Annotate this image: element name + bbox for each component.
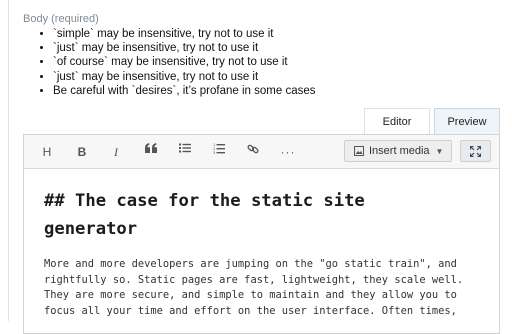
warning-item: Be careful with `desires`, it’s profane … (53, 84, 315, 98)
italic-icon[interactable]: I (107, 143, 125, 161)
svg-text:3: 3 (213, 151, 215, 154)
field-label: Body (required) (23, 13, 99, 25)
markdown-heading: ## The case for the static site generato… (44, 191, 365, 239)
more-icon[interactable]: ··· (279, 143, 297, 161)
heading-icon[interactable]: H (38, 143, 56, 161)
warning-item: `simple` may be insensitive, try not to … (53, 27, 315, 41)
markdown-paragraph: More and more developers are jumping on … (44, 258, 464, 317)
insert-media-button[interactable]: Insert media ▼ (344, 140, 452, 162)
editor-tabs: Editor Preview (364, 108, 500, 135)
left-divider (8, 0, 9, 321)
warning-list: `simple` may be insensitive, try not to … (35, 27, 315, 98)
chevron-down-icon: ▼ (435, 146, 444, 156)
link-icon[interactable] (244, 143, 262, 161)
insert-media-label: Insert media (369, 145, 430, 157)
editor-content[interactable]: ## The case for the static site generato… (44, 169, 489, 319)
bullet-list-icon[interactable] (176, 143, 194, 161)
tab-preview[interactable]: Preview (434, 108, 500, 135)
quote-icon[interactable] (142, 143, 160, 161)
markdown-editor: H B I 1 2 3 ··· Insert media ▼ ## The ca… (23, 134, 500, 334)
tab-editor[interactable]: Editor (364, 108, 430, 135)
image-icon (354, 146, 364, 156)
bold-icon[interactable]: B (73, 143, 91, 161)
fullscreen-button[interactable] (460, 140, 491, 162)
editor-toolbar: H B I 1 2 3 ··· Insert media ▼ (24, 135, 499, 169)
warning-item: `just` may be insensitive, try not to us… (53, 41, 315, 55)
warning-item: `of course` may be insensitive, try not … (53, 55, 315, 69)
fullscreen-icon (470, 145, 481, 157)
warning-item: `just` may be insensitive, try not to us… (53, 70, 315, 84)
numbered-list-icon[interactable]: 1 2 3 (210, 143, 228, 161)
